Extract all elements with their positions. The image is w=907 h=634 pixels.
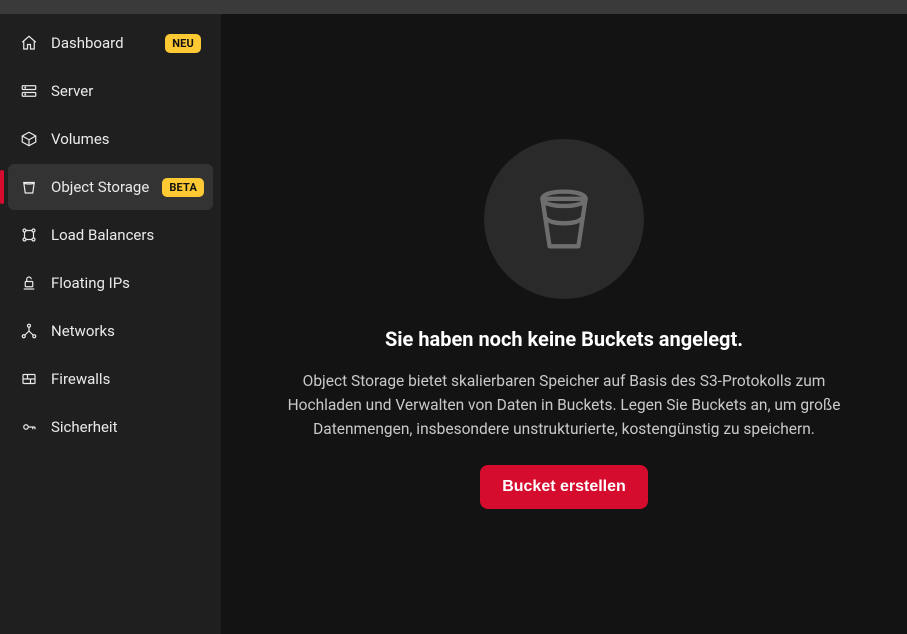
sidebar-item-label: Floating IPs [51,274,201,292]
sidebar-item-object-storage[interactable]: Object Storage BETA [8,164,213,210]
floating-ip-icon [20,274,38,292]
sidebar-item-networks[interactable]: Networks [8,308,213,354]
badge-neu: NEU [165,34,201,53]
sidebar-item-floating-ips[interactable]: Floating IPs [8,260,213,306]
sidebar-item-dashboard[interactable]: Dashboard NEU [8,20,213,66]
sidebar-item-server[interactable]: Server [8,68,213,114]
sidebar-item-security[interactable]: Sicherheit [8,404,213,450]
sidebar-item-label: Load Balancers [51,226,201,244]
sidebar-item-label: Firewalls [51,370,201,388]
sidebar-item-volumes[interactable]: Volumes [8,116,213,162]
empty-state-title: Sie haben noch keine Buckets angelegt. [264,327,864,351]
empty-state: Sie haben noch keine Buckets angelegt. O… [264,139,864,509]
create-bucket-button[interactable]: Bucket erstellen [480,465,648,509]
bucket-icon [20,178,38,196]
sidebar-item-label: Volumes [51,130,201,148]
home-icon [20,34,38,52]
sidebar-item-load-balancers[interactable]: Load Balancers [8,212,213,258]
cube-icon [20,130,38,148]
sidebar-item-label: Dashboard [51,34,152,52]
network-icon [20,322,38,340]
bucket-large-icon [528,183,600,255]
server-icon [20,82,38,100]
sidebar-item-label: Networks [51,322,201,340]
load-balancer-icon [20,226,38,244]
firewall-icon [20,370,38,388]
sidebar-item-firewalls[interactable]: Firewalls [8,356,213,402]
window-titlebar [0,0,907,14]
empty-state-description: Object Storage bietet skalierbaren Speic… [266,369,862,441]
sidebar: Dashboard NEU Server Volumes [0,14,221,634]
sidebar-item-label: Server [51,82,201,100]
main-content: Sie haben noch keine Buckets angelegt. O… [221,14,907,634]
key-icon [20,418,38,436]
empty-state-icon-wrap [484,139,644,299]
badge-beta: BETA [162,178,204,197]
sidebar-item-label: Sicherheit [51,418,201,436]
sidebar-item-label: Object Storage [51,178,149,196]
sidebar-nav: Dashboard NEU Server Volumes [0,20,221,450]
app-shell: Dashboard NEU Server Volumes [0,14,907,634]
